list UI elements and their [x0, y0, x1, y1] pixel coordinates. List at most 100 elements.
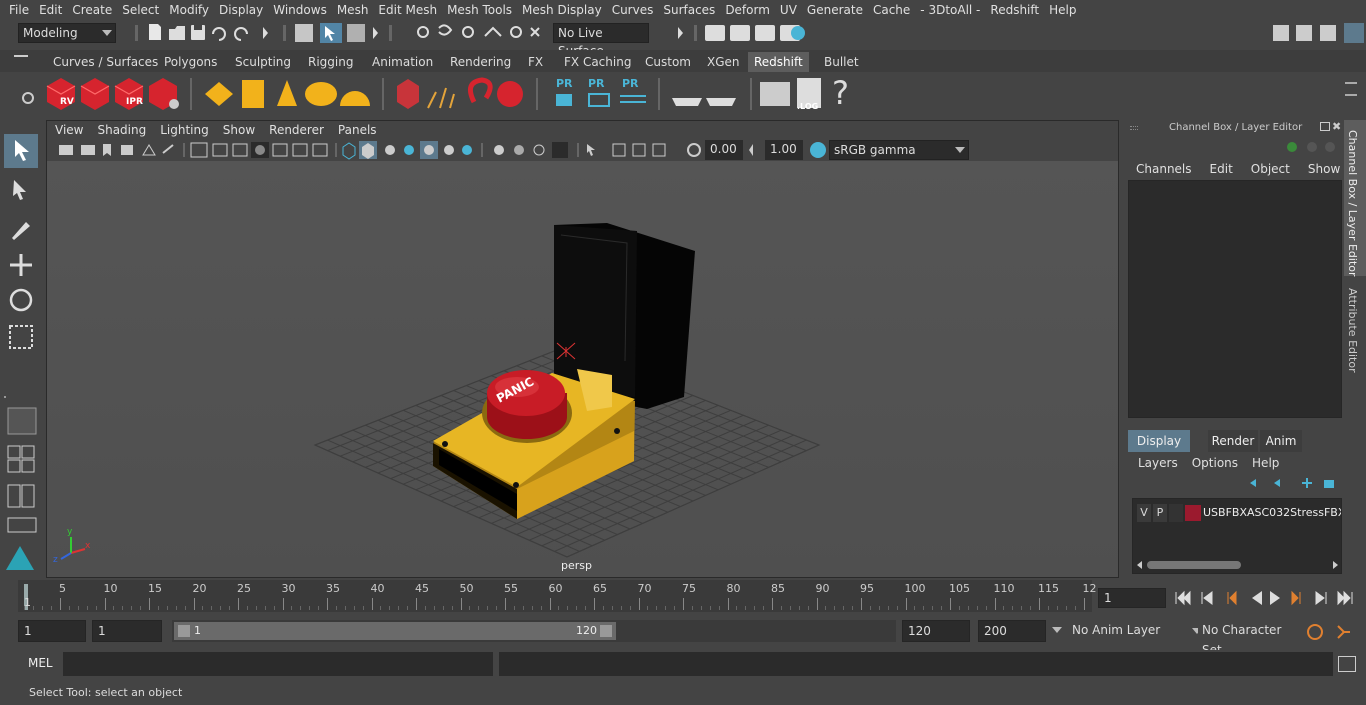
playback-end-field[interactable]: 120 — [902, 620, 970, 642]
side-tab-channel-box-label: Channel Box / Layer Editor — [1346, 130, 1359, 277]
menu-create[interactable]: Create — [67, 3, 117, 17]
close-icon[interactable]: ✖ — [1332, 120, 1341, 133]
menu-edit[interactable]: Edit — [34, 3, 67, 17]
panel-drag-handle[interactable] — [1130, 126, 1138, 130]
float-window-icon[interactable] — [1320, 122, 1330, 131]
range-slider-track[interactable]: 1 120 — [172, 620, 896, 642]
workspace-icons[interactable] — [1268, 20, 1366, 46]
anim-layer-dropdown[interactable]: No Anim Layer — [1068, 620, 1202, 642]
shelf-tab-xgen[interactable]: XGen — [701, 52, 746, 72]
menu-help[interactable]: Help — [1044, 3, 1081, 17]
gamma-field[interactable]: 1.00 — [765, 140, 803, 160]
current-frame-field[interactable]: 1 — [1098, 588, 1166, 608]
range-start-grip[interactable] — [178, 625, 190, 637]
menu-deform[interactable]: Deform — [720, 3, 775, 17]
shelf-tab-rendering[interactable]: Rendering — [444, 52, 517, 72]
shelf-tab-fx[interactable]: FX — [522, 52, 549, 72]
shelf-tab-sculpting[interactable]: Sculpting — [229, 52, 297, 72]
menu-curves[interactable]: Curves — [607, 3, 659, 17]
bake-icon — [672, 98, 702, 106]
menu-cache[interactable]: Cache — [868, 3, 915, 17]
menu-surfaces[interactable]: Surfaces — [658, 3, 720, 17]
toolbox-icons[interactable] — [0, 120, 44, 578]
playback-start-field[interactable]: 1 — [92, 620, 162, 642]
menu-generate[interactable]: Generate — [802, 3, 868, 17]
menu-mesh[interactable]: Mesh — [332, 3, 374, 17]
playback-controls[interactable] — [1172, 588, 1362, 608]
panel-menu-show[interactable]: Show — [216, 123, 262, 137]
live-surface-field[interactable]: No Live Surface — [553, 23, 649, 58]
command-language-label[interactable]: MEL — [28, 656, 53, 670]
exposure-field[interactable]: 0.00 — [705, 140, 743, 160]
layer-display-type[interactable] — [1169, 504, 1183, 522]
snap-together-icon — [7, 407, 37, 435]
menu-file[interactable]: File — [4, 3, 34, 17]
channel-box-menu-object[interactable]: Object — [1251, 162, 1290, 178]
layer-scrollbar[interactable] — [1137, 559, 1339, 571]
layer-tab-anim[interactable]: Anim — [1260, 430, 1302, 452]
rs-script-icon — [760, 82, 790, 106]
shelf-tab-fx-caching[interactable]: FX Caching — [558, 52, 637, 72]
shelf-tab-animation[interactable]: Animation — [366, 52, 439, 72]
viewport-persp[interactable]: PANIC x y z persp — [47, 161, 1118, 577]
shelf-tab-polygons[interactable]: Polygons — [158, 52, 223, 72]
layer-tab-display[interactable]: Display — [1128, 430, 1190, 452]
layer-color-swatch[interactable] — [1185, 505, 1201, 521]
side-tab-attribute-editor[interactable]: Attribute Editor — [1344, 280, 1366, 373]
menu-uv[interactable]: UV — [775, 3, 802, 17]
panel-menu-view[interactable]: View — [48, 123, 90, 137]
end-time-field[interactable]: 200 — [978, 620, 1046, 642]
panel-menu-shading[interactable]: Shading — [90, 123, 153, 137]
layer-tab-render[interactable]: Render — [1208, 430, 1258, 452]
menu-3dtoall[interactable]: - 3DtoAll - — [915, 3, 985, 17]
command-input[interactable] — [63, 652, 493, 676]
layer-menu-layers[interactable]: Layers — [1138, 456, 1178, 472]
menu-redshift[interactable]: Redshift — [985, 3, 1044, 17]
shelf-tab-redshift[interactable]: Redshift — [748, 52, 809, 72]
menu-windows[interactable]: Windows — [268, 3, 332, 17]
menu-display[interactable]: Display — [214, 3, 268, 17]
colorspace-dropdown[interactable]: sRGB gamma — [829, 140, 969, 160]
channel-box-icons[interactable] — [1284, 140, 1340, 154]
timeline-tick-label: 110 — [993, 582, 1015, 595]
channel-box-list[interactable] — [1128, 180, 1342, 418]
timeline-tick-label: 12 — [1082, 582, 1097, 595]
script-editor-icon[interactable] — [1338, 656, 1356, 672]
time-slider-track[interactable]: 1 5 10 15 20 25 30 35 40 45 50 55 60 65 70 75 80 85 90 95 1… — [18, 580, 1097, 612]
menu-modify[interactable]: Modify — [164, 3, 214, 17]
layer-menu-help[interactable]: Help — [1252, 456, 1279, 472]
timeline-minor-tick — [1074, 606, 1076, 610]
shelf-menu-icon[interactable] — [14, 55, 28, 57]
channel-box-menu-show[interactable]: Show — [1308, 162, 1340, 178]
menu-select[interactable]: Select — [117, 3, 164, 17]
shelf-icons[interactable] — [0, 72, 1366, 118]
shelf-tab-custom[interactable]: Custom — [639, 52, 697, 72]
menu-edit-mesh[interactable]: Edit Mesh — [373, 3, 442, 17]
layer-name[interactable]: USBFBXASC032StressFBXAS — [1203, 504, 1341, 522]
channel-box-menu-edit[interactable]: Edit — [1210, 162, 1233, 178]
shelf-tab-rigging[interactable]: Rigging — [302, 52, 359, 72]
anim-layer-arrow-icon[interactable] — [1052, 627, 1062, 633]
menu-mesh-display[interactable]: Mesh Display — [517, 3, 607, 17]
help-glyph[interactable]: ? — [832, 74, 849, 112]
move-layer-up-icon — [1250, 479, 1256, 487]
layer-row[interactable]: V P USBFBXASC032StressFBXAS — [1135, 503, 1341, 523]
mode-dropdown[interactable]: Modeling — [18, 23, 116, 43]
shelf-tab-bullet[interactable]: Bullet — [818, 52, 865, 72]
panel-menu-renderer[interactable]: Renderer — [262, 123, 331, 137]
channel-box-menu-channels[interactable]: Channels — [1136, 162, 1192, 178]
menu-mesh-tools[interactable]: Mesh Tools — [442, 3, 517, 17]
panel-menu-lighting[interactable]: Lighting — [153, 123, 216, 137]
layer-menu-options[interactable]: Options — [1192, 456, 1238, 472]
panel-menu-panels[interactable]: Panels — [331, 123, 384, 137]
range-end-grip[interactable] — [600, 625, 612, 637]
layer-visibility-toggle[interactable]: V — [1137, 504, 1151, 522]
character-set-dropdown[interactable]: No Character Set — [1198, 620, 1298, 657]
layer-playback-toggle[interactable]: P — [1153, 504, 1167, 522]
shelf-tab-curves-surfaces[interactable]: Curves / Surfaces — [47, 52, 164, 72]
start-time-field[interactable]: 1 — [18, 620, 86, 642]
side-tab-channel-box[interactable]: Channel Box / Layer Editor — [1344, 120, 1366, 277]
range-slider-handle[interactable]: 1 120 — [174, 622, 616, 640]
range-bar-icons[interactable] — [1304, 622, 1354, 642]
layer-action-icons[interactable] — [1244, 476, 1340, 490]
